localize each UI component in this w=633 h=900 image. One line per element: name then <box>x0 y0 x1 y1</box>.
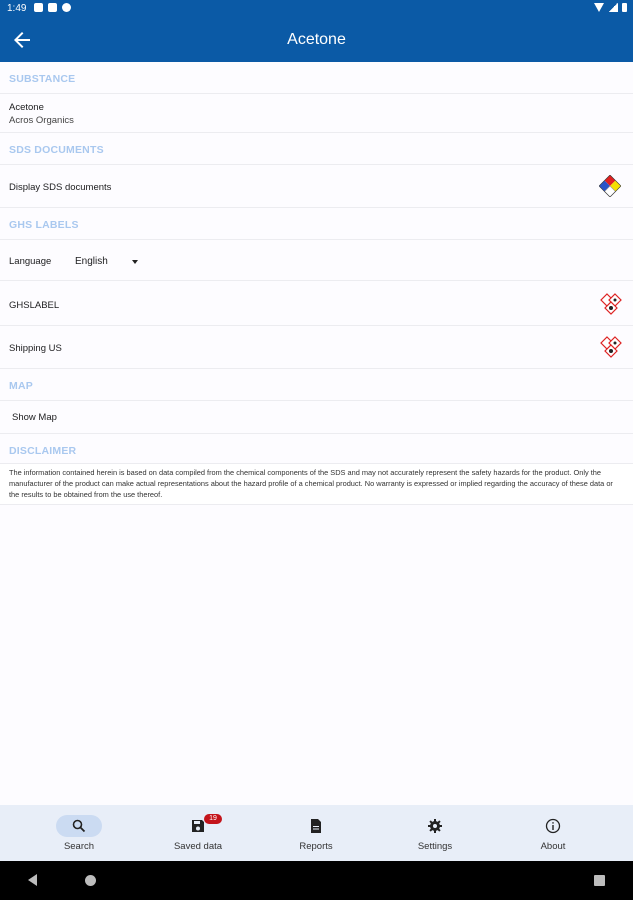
app-bar: Acetone <box>0 18 633 62</box>
show-map-row[interactable]: Show Map <box>0 401 633 433</box>
disclaimer-text: The information contained herein is base… <box>0 463 633 505</box>
notification-icon <box>34 3 43 12</box>
nav-about[interactable]: About <box>513 805 593 861</box>
saved-count-badge: 19 <box>204 814 222 824</box>
main-content: SUBSTANCE Acetone Acros Organics SDS DOC… <box>0 62 633 505</box>
ghs-pictogram-icon[interactable] <box>599 336 623 360</box>
shipping-us-label: Shipping US <box>9 343 62 354</box>
section-header-disclaimer: DISCLAIMER <box>0 433 633 463</box>
bottom-navigation: Search 19 Saved data Reports Settings Ab… <box>0 805 633 861</box>
document-icon <box>311 819 321 833</box>
ghs-label-name: GHSLABEL <box>9 300 60 311</box>
nav-search-label: Search <box>63 841 95 852</box>
nav-settings-label: Settings <box>417 841 453 852</box>
nav-settings[interactable]: Settings <box>395 805 475 861</box>
info-icon <box>545 818 561 834</box>
section-header-substance: SUBSTANCE <box>0 62 633 94</box>
language-row: Language English <box>0 240 633 281</box>
language-select[interactable]: English <box>75 256 108 267</box>
signal-icon <box>608 3 618 12</box>
section-header-ghs: GHS LABELS <box>0 208 633 240</box>
nav-search[interactable]: Search <box>39 805 119 861</box>
status-notification-icons <box>34 3 71 12</box>
search-icon <box>72 819 86 833</box>
system-home-icon[interactable] <box>85 875 96 886</box>
substance-name: Acetone <box>9 102 44 113</box>
nav-reports[interactable]: Reports <box>276 805 356 861</box>
section-header-map: MAP <box>0 369 633 401</box>
status-time: 1:49 <box>7 3 27 14</box>
gear-icon <box>428 819 442 833</box>
wifi-icon <box>594 3 604 12</box>
section-header-sds: SDS DOCUMENTS <box>0 133 633 165</box>
nav-saved-data[interactable]: 19 Saved data <box>158 805 238 861</box>
dropdown-caret-icon[interactable] <box>132 260 138 264</box>
ghs-pictogram-icon[interactable] <box>599 293 623 317</box>
page-title: Acetone <box>287 31 346 48</box>
ghs-label-row[interactable]: GHSLABEL <box>0 281 633 326</box>
shipping-us-row[interactable]: Shipping US <box>0 326 633 369</box>
show-map-button[interactable]: Show Map <box>12 412 57 423</box>
substance-row: Acetone Acros Organics <box>0 94 633 133</box>
system-navigation-bar <box>0 861 633 900</box>
sim-icon <box>48 3 57 12</box>
battery-icon <box>622 3 627 12</box>
display-sds-label: Display SDS documents <box>9 182 112 193</box>
status-system-icons <box>594 3 627 12</box>
nfpa-diamond-icon[interactable] <box>599 175 621 197</box>
nav-reports-label: Reports <box>299 841 333 852</box>
nav-saved-data-label: Saved data <box>173 841 223 852</box>
nav-about-label: About <box>540 841 566 852</box>
status-bar: 1:49 <box>0 0 633 18</box>
system-back-icon[interactable] <box>28 874 37 886</box>
sync-icon <box>62 3 71 12</box>
system-recents-icon[interactable] <box>594 875 605 886</box>
language-label: Language <box>9 256 52 267</box>
substance-supplier: Acros Organics <box>9 115 74 126</box>
display-sds-row[interactable]: Display SDS documents <box>0 165 633 208</box>
